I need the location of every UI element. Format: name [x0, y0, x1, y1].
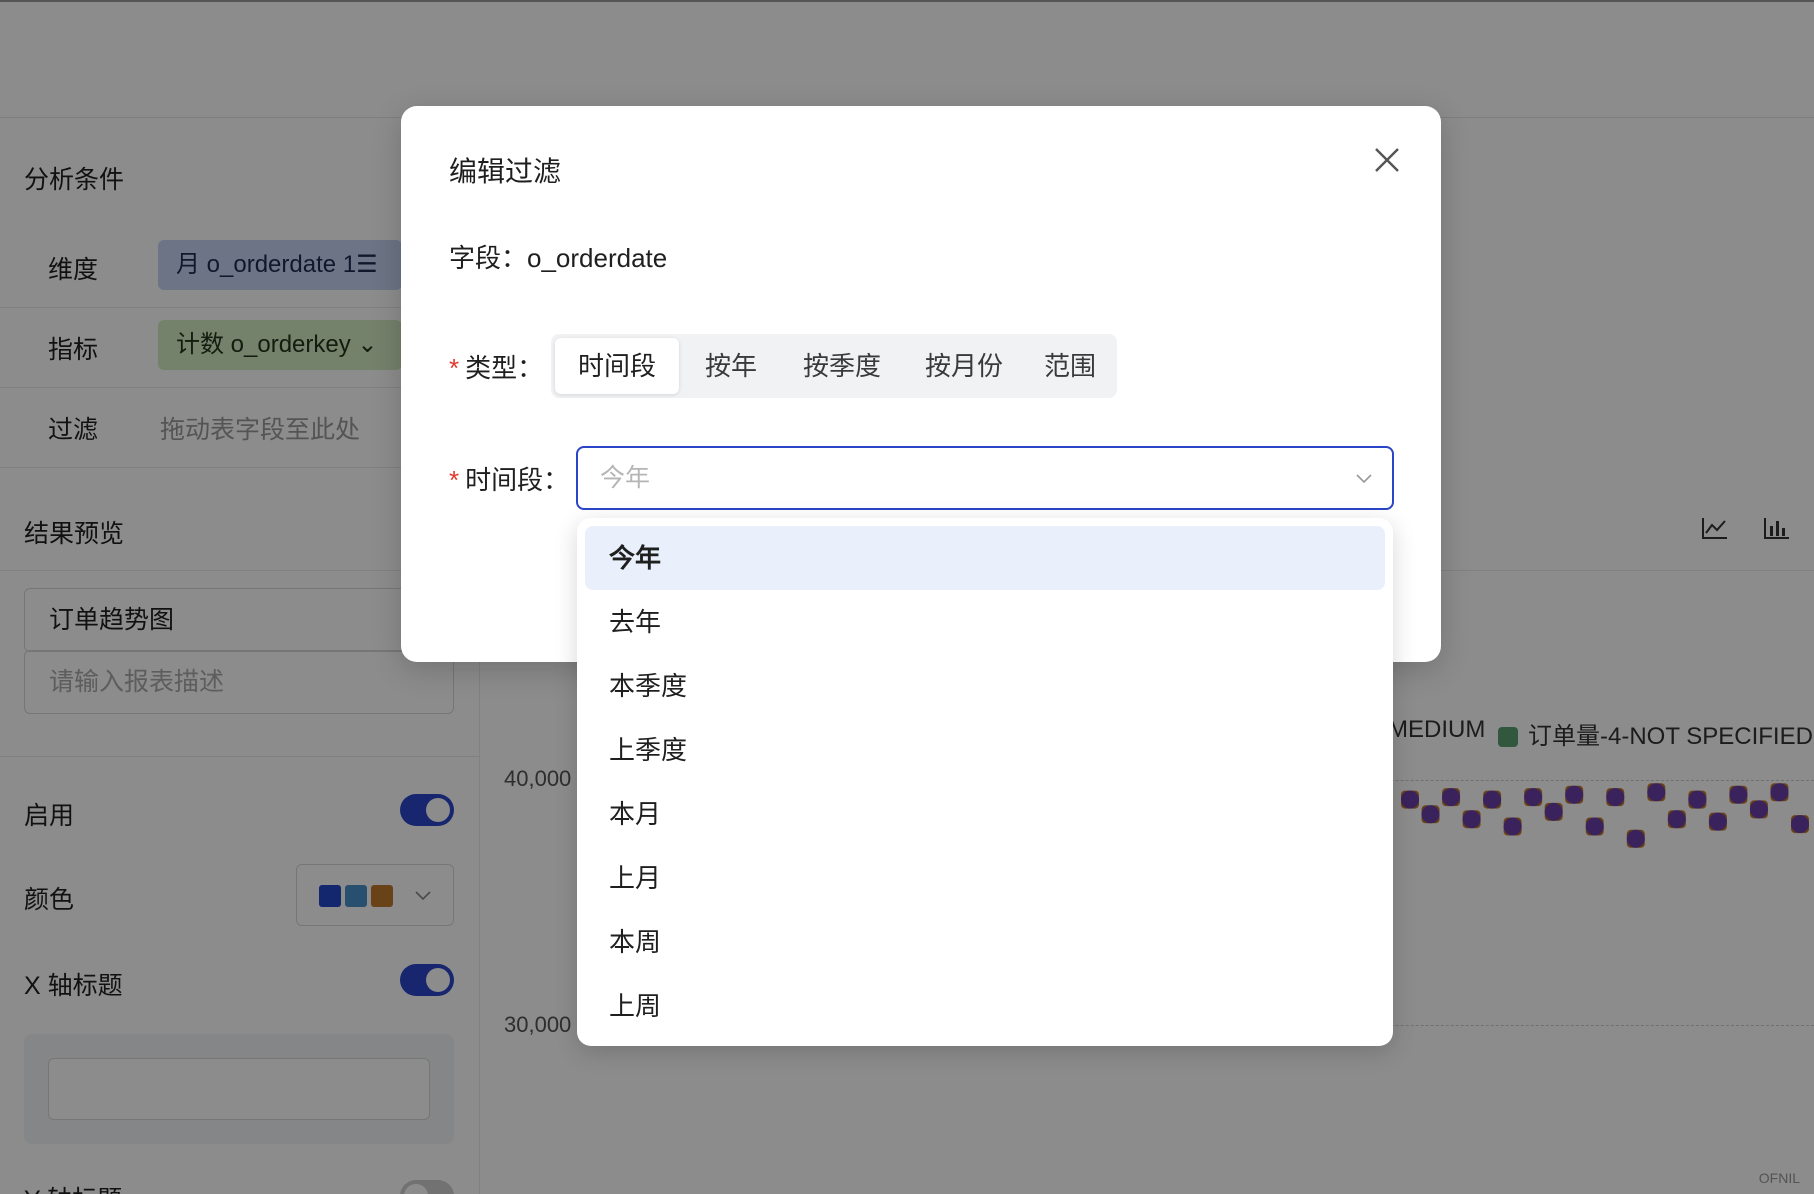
chevron-down-icon: [1356, 474, 1372, 484]
required-mark: *: [449, 465, 460, 495]
option-last-quarter[interactable]: 上季度: [585, 718, 1385, 782]
option-this-month[interactable]: 本月: [585, 782, 1385, 846]
option-last-year[interactable]: 去年: [585, 590, 1385, 654]
option-last-week[interactable]: 上周: [585, 974, 1385, 1038]
option-this-year[interactable]: 今年: [585, 526, 1385, 590]
tab-by-month[interactable]: 按月份: [905, 338, 1023, 394]
option-last-month[interactable]: 上月: [585, 846, 1385, 910]
type-label-text: 类型：: [465, 353, 544, 383]
top-border: [0, 0, 1814, 2]
tab-by-year[interactable]: 按年: [683, 338, 779, 394]
close-icon[interactable]: [1369, 142, 1405, 178]
tab-range[interactable]: 范围: [1027, 338, 1113, 394]
period-dropdown: 今年 去年 本季度 上季度 本月 上月 本周 上周: [577, 518, 1393, 1046]
required-mark: *: [449, 353, 460, 383]
tab-by-quarter[interactable]: 按季度: [783, 338, 901, 394]
type-segmented-control: 时间段 按年 按季度 按月份 范围: [551, 334, 1117, 398]
dialog-title: 编辑过滤: [449, 156, 562, 187]
period-label-text: 时间段：: [465, 465, 570, 495]
period-select-value: 今年: [600, 464, 651, 492]
type-label: * 类型：: [449, 348, 543, 385]
tab-time-period[interactable]: 时间段: [555, 338, 679, 394]
option-this-week[interactable]: 本周: [585, 910, 1385, 974]
option-this-quarter[interactable]: 本季度: [585, 654, 1385, 718]
field-name-text: 字段：o_orderdate: [449, 243, 668, 273]
period-select[interactable]: 今年: [576, 446, 1394, 510]
period-label: * 时间段：: [449, 460, 569, 497]
